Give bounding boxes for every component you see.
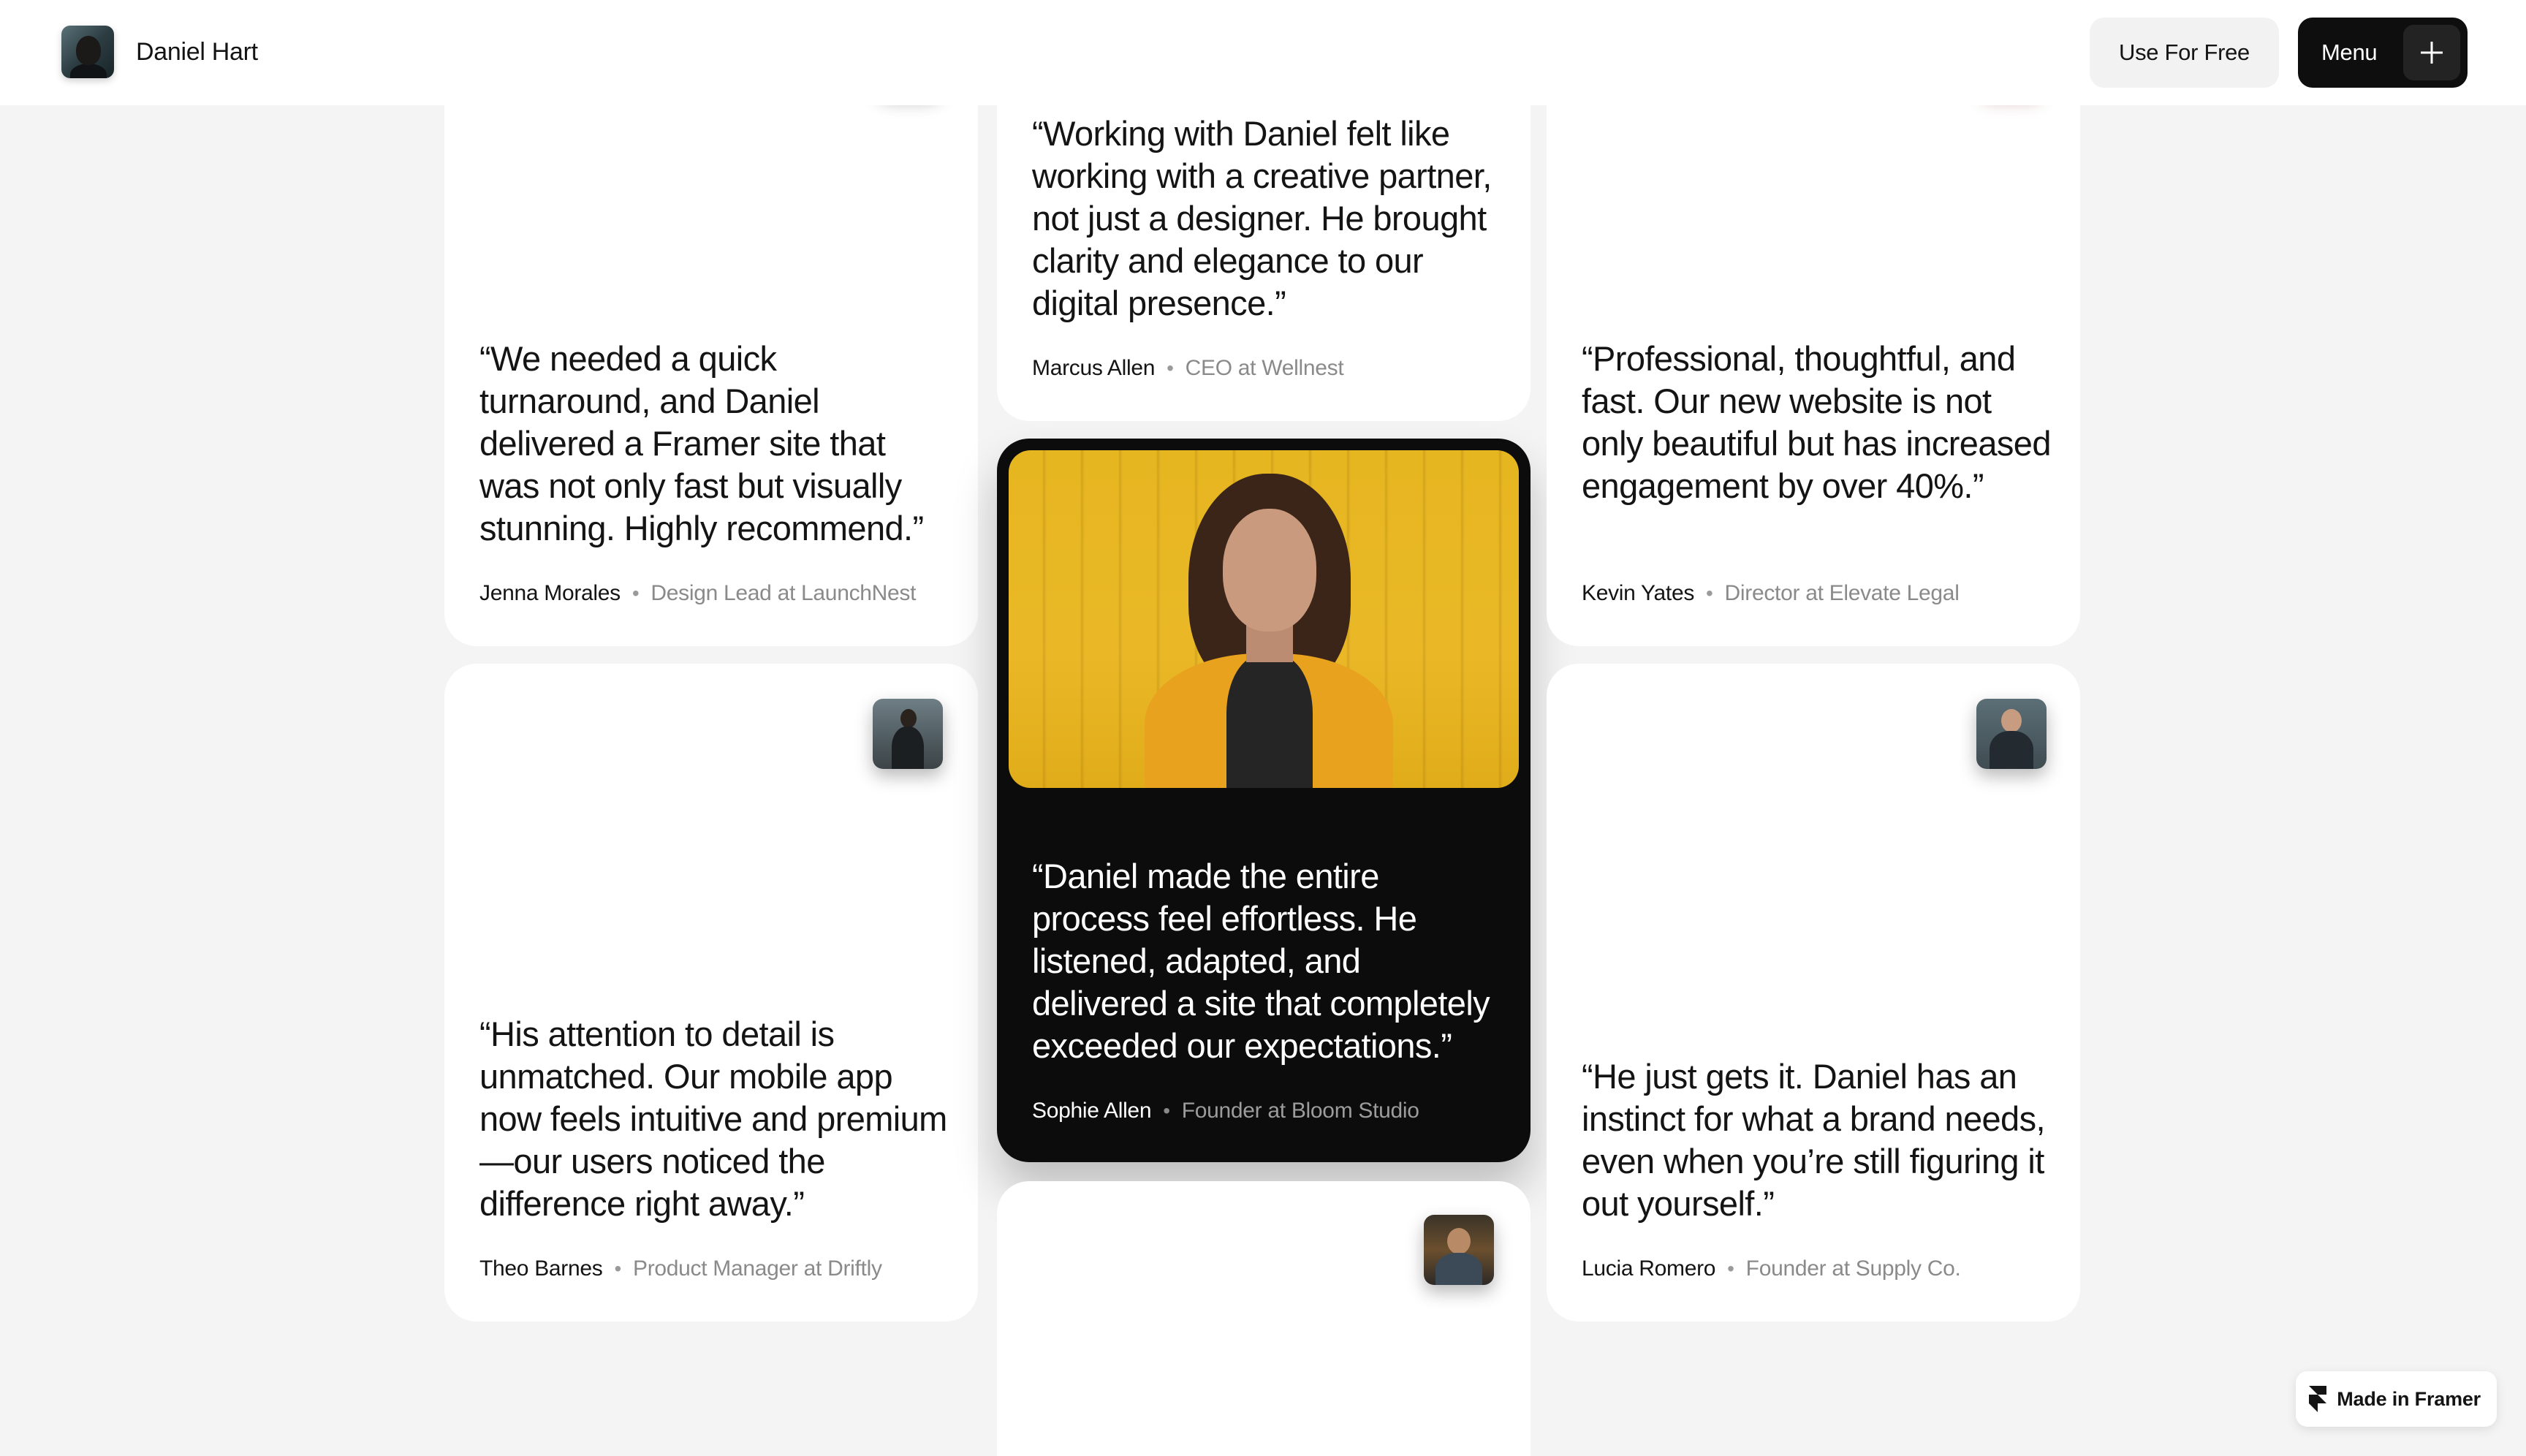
separator-dot: • (1727, 1257, 1734, 1280)
testimonial-author: Theo Barnes • Product Manager at Driftly (479, 1256, 882, 1282)
testimonial-quote: “His attention to detail is unmatched. O… (479, 1015, 947, 1223)
author-name: Kevin Yates (1582, 581, 1695, 605)
author-role: Product Manager at Driftly (632, 1256, 882, 1281)
author-name: Lucia Romero (1582, 1256, 1716, 1281)
author-name: Jenna Morales (479, 581, 621, 605)
testimonial-author: Sophie Allen • Founder at Bloom Studio (1032, 1098, 1419, 1124)
header-actions: Use For Free Menu (2090, 18, 2468, 88)
made-in-framer-badge[interactable]: Made in Framer (2296, 1371, 2497, 1427)
testimonial-author: Marcus Allen • CEO at Wellnest (1032, 355, 1344, 382)
author-role: Founder at Supply Co. (1745, 1256, 1961, 1281)
separator-dot: • (1706, 582, 1713, 604)
testimonials-page: Daniel Hart Use For Free Menu “We needed… (0, 0, 2526, 1456)
testimonial-quote: “We needed a quick turnaround, and Danie… (479, 339, 924, 547)
testimonial-quote: “Working with Daniel felt like working w… (1032, 114, 1492, 322)
testimonial-card: “Professional, thoughtful, and fast. Our… (1547, 38, 2080, 646)
author-name: Sophie Allen (1032, 1099, 1152, 1123)
brand-name: Daniel Hart (136, 37, 258, 66)
separator-dot: • (1167, 357, 1174, 379)
menu-button[interactable]: Menu (2298, 18, 2468, 88)
site-header: Daniel Hart Use For Free Menu (0, 0, 2526, 105)
author-avatar (1976, 699, 2047, 769)
brand-link[interactable]: Daniel Hart (61, 26, 258, 78)
author-role: Director at Elevate Legal (1724, 581, 1960, 605)
testimonial-author: Lucia Romero • Founder at Supply Co. (1582, 1256, 1961, 1282)
author-name: Theo Barnes (479, 1256, 603, 1281)
featured-testimonial-card: “Daniel made the entire process feel eff… (997, 439, 1531, 1162)
author-role: Design Lead at LaunchNest (651, 581, 917, 605)
separator-dot: • (632, 582, 640, 604)
author-photo (1009, 450, 1519, 788)
badge-label: Made in Framer (2337, 1387, 2481, 1410)
testimonial-card: “His attention to detail is unmatched. O… (444, 664, 978, 1322)
author-avatar (873, 699, 943, 769)
brand-avatar (61, 26, 114, 78)
testimonial-card: “He just gets it. Daniel has an instinct… (1547, 664, 2080, 1322)
testimonial-card: “We needed a quick turnaround, and Danie… (444, 38, 978, 646)
testimonial-card (997, 1181, 1531, 1456)
author-role: CEO at Wellnest (1185, 356, 1344, 380)
framer-logo-icon (2309, 1386, 2327, 1412)
separator-dot: • (614, 1257, 621, 1280)
testimonial-quote: “He just gets it. Daniel has an instinct… (1582, 1057, 2046, 1223)
testimonial-quote: “Professional, thoughtful, and fast. Our… (1582, 339, 2051, 505)
menu-label: Menu (2321, 39, 2378, 65)
testimonial-author: Kevin Yates • Director at Elevate Legal (1582, 580, 1960, 607)
use-for-free-button[interactable]: Use For Free (2090, 18, 2279, 88)
plus-icon (2403, 25, 2460, 80)
testimonial-quote: “Daniel made the entire process feel eff… (1032, 857, 1490, 1065)
author-role: Founder at Bloom Studio (1181, 1099, 1419, 1123)
author-avatar (1424, 1215, 1494, 1285)
testimonial-author: Jenna Morales • Design Lead at LaunchNes… (479, 580, 916, 607)
author-name: Marcus Allen (1032, 356, 1156, 380)
separator-dot: • (1163, 1099, 1170, 1122)
